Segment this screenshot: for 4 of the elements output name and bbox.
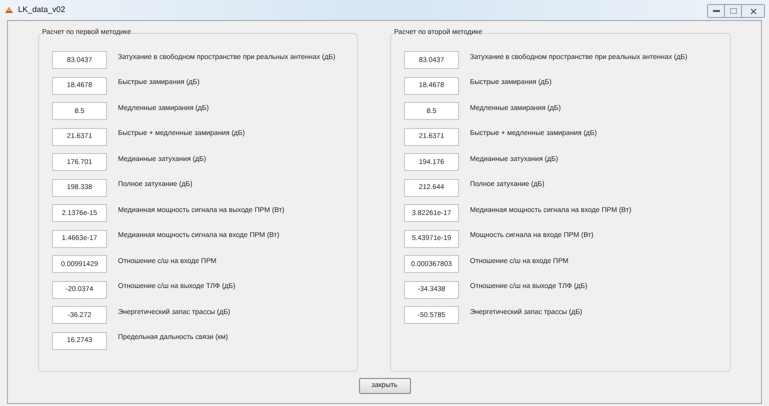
- close-icon[interactable]: [742, 5, 764, 17]
- window-title: LK_data_v02: [18, 4, 66, 16]
- minimize-icon[interactable]: [708, 5, 725, 17]
- app-icon: [4, 5, 14, 15]
